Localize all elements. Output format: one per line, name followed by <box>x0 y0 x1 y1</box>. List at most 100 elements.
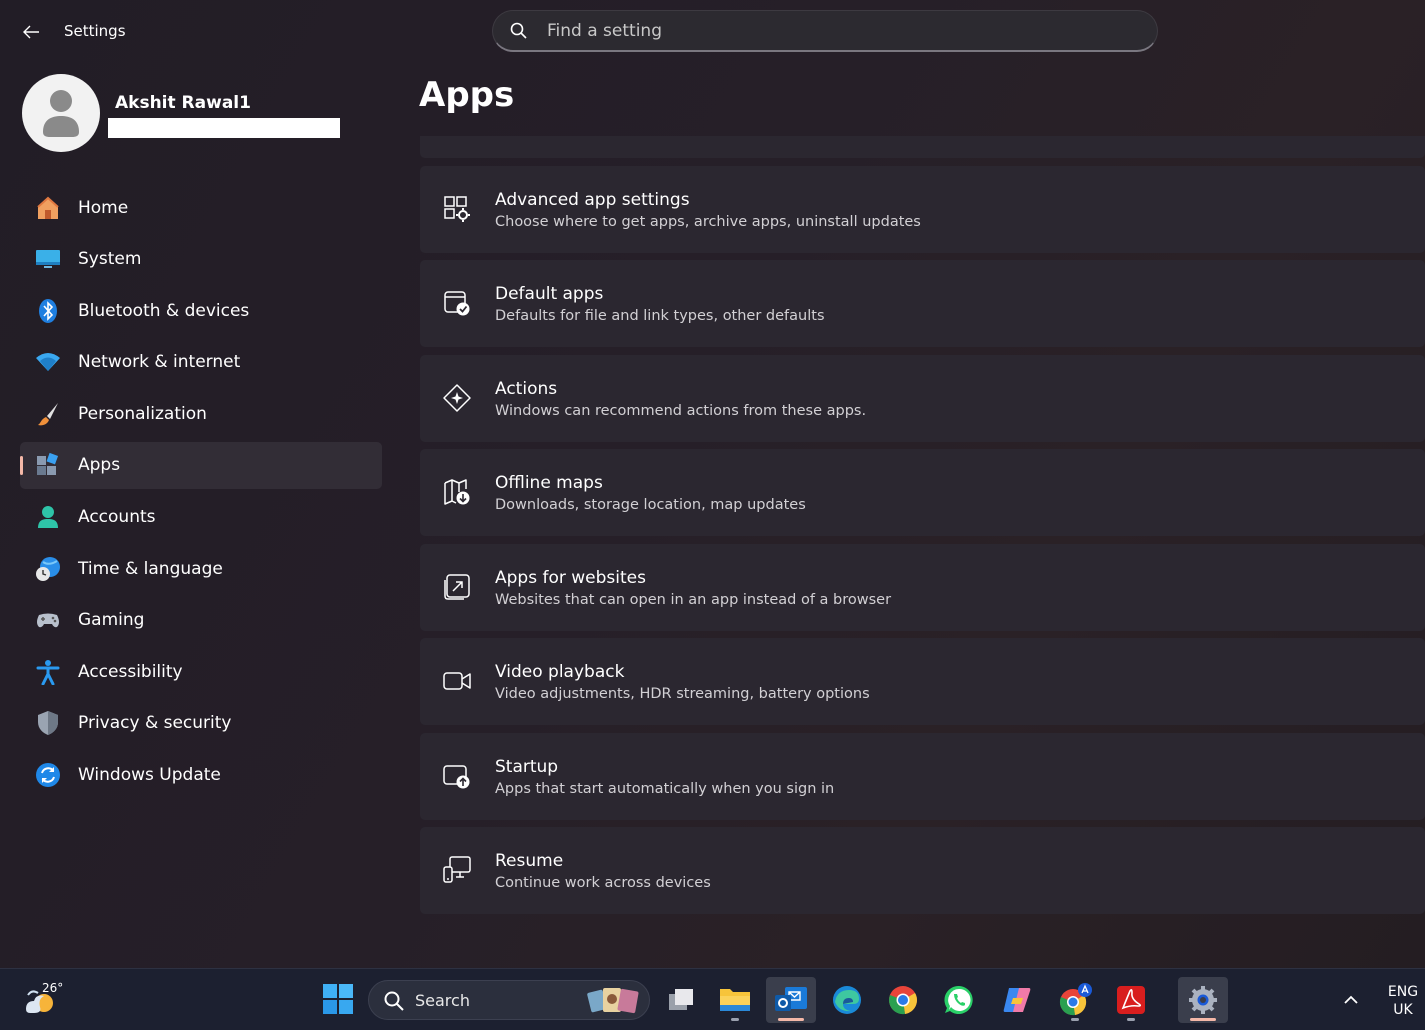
card-title: Startup <box>495 757 559 777</box>
back-arrow-icon <box>23 25 39 39</box>
sidebar-item-label: Accounts <box>78 507 156 528</box>
actions-icon <box>443 384 471 412</box>
card-resume[interactable]: Resume Continue work across devices <box>420 827 1425 914</box>
taskbar-acrobat[interactable] <box>1106 977 1156 1023</box>
find-setting-search[interactable] <box>492 10 1158 52</box>
taskbar-search[interactable]: Search <box>368 980 650 1020</box>
sidebar-item-accessibility[interactable]: Accessibility <box>20 648 382 695</box>
taskbar-chrome[interactable] <box>878 977 928 1023</box>
page-title: Apps <box>419 75 515 115</box>
input-language-indicator[interactable]: ENG UK <box>1382 983 1424 1019</box>
sidebar-item-label: System <box>78 249 142 270</box>
sidebar-item-gaming[interactable]: Gaming <box>20 597 382 644</box>
sidebar-item-label: Network & internet <box>78 352 241 373</box>
running-indicator <box>731 1018 739 1021</box>
taskbar-outlook[interactable] <box>766 977 816 1023</box>
sidebar-item-system[interactable]: System <box>20 236 382 283</box>
search-icon <box>510 22 527 39</box>
card-description: Apps that start automatically when you s… <box>495 781 835 797</box>
resume-icon <box>443 856 471 883</box>
card-description: Websites that can open in an app instead… <box>495 592 892 608</box>
taskbar-file-explorer[interactable] <box>710 977 760 1023</box>
card-description: Defaults for file and link types, other … <box>495 308 825 324</box>
outlook-icon <box>775 987 807 1011</box>
sidebar-item-home[interactable]: Home <box>20 184 382 231</box>
sidebar-item-time-language[interactable]: Time & language <box>20 545 382 592</box>
card-title: Video playback <box>495 662 625 682</box>
windows-logo-icon <box>323 984 353 1014</box>
sidebar-item-apps[interactable]: Apps <box>20 441 382 489</box>
taskbar-chrome-profile[interactable] <box>1050 977 1100 1023</box>
bluetooth-icon <box>34 297 62 325</box>
show-hidden-icons-button[interactable] <box>1340 989 1362 1011</box>
file-explorer-icon <box>720 989 750 1011</box>
chevron-up-icon <box>1344 995 1358 1004</box>
sidebar-item-label: Accessibility <box>78 661 183 682</box>
taskbar-task-view[interactable] <box>656 977 706 1023</box>
card-apps-for-websites[interactable]: Apps for websites Websites that can open… <box>420 544 1425 631</box>
sidebar-item-windows-update[interactable]: Windows Update <box>20 752 382 799</box>
app-title: Settings <box>64 22 126 40</box>
user-name: Akshit Rawal1 <box>115 93 251 113</box>
sidebar-item-privacy-security[interactable]: Privacy & security <box>20 700 382 747</box>
globe-clock-icon <box>34 555 62 583</box>
accessibility-icon <box>34 658 62 686</box>
weather-temperature: 26° <box>42 981 64 995</box>
running-indicator <box>1071 1018 1079 1021</box>
accounts-icon <box>34 503 62 531</box>
running-indicator <box>778 1018 804 1021</box>
running-indicator <box>1190 1018 1216 1021</box>
card-video-playback[interactable]: Video playback Video adjustments, HDR st… <box>420 638 1425 725</box>
card-startup[interactable]: Startup Apps that start automatically wh… <box>420 733 1425 820</box>
language-code: ENG <box>1387 984 1419 1000</box>
back-button[interactable] <box>14 18 48 46</box>
acrobat-icon <box>1117 986 1145 1014</box>
offline-maps-icon <box>444 479 470 505</box>
sidebar-item-accounts[interactable]: Accounts <box>20 494 382 541</box>
taskbar-whatsapp[interactable] <box>934 977 984 1023</box>
card-description: Choose where to get apps, archive apps, … <box>495 214 921 230</box>
taskbar-settings[interactable] <box>1178 977 1228 1023</box>
keyboard-region: UK <box>1393 1002 1413 1018</box>
card-description: Windows can recommend actions from these… <box>495 403 867 419</box>
advanced-app-settings-icon <box>444 196 470 222</box>
sidebar-item-personalization[interactable]: Personalization <box>20 390 382 437</box>
shield-icon <box>34 709 62 737</box>
sidebar-item-label: Personalization <box>78 403 207 424</box>
card-title: Default apps <box>495 284 604 304</box>
update-icon <box>34 761 62 789</box>
card-description: Video adjustments, HDR streaming, batter… <box>495 686 870 702</box>
sidebar-nav: Home System Bluetooth & devices Network … <box>20 184 382 803</box>
sidebar-item-label: Privacy & security <box>78 713 232 734</box>
taskbar-copilot[interactable] <box>992 977 1042 1023</box>
card-default-apps[interactable]: Default apps Defaults for file and link … <box>420 260 1425 347</box>
copilot-icon <box>1003 988 1031 1012</box>
chrome-profile-icon <box>1059 983 1092 1016</box>
sidebar-item-network[interactable]: Network & internet <box>20 339 382 386</box>
card-title: Advanced app settings <box>495 190 690 210</box>
default-apps-icon <box>444 291 470 316</box>
card-title: Apps for websites <box>495 568 646 588</box>
sidebar-item-bluetooth[interactable]: Bluetooth & devices <box>20 287 382 334</box>
whatsapp-icon <box>944 985 973 1014</box>
taskbar-edge[interactable] <box>822 977 872 1023</box>
sidebar-item-label: Apps <box>78 455 121 476</box>
redacted-email <box>108 118 340 138</box>
card-advanced-app-settings[interactable]: Advanced app settings Choose where to ge… <box>420 166 1425 253</box>
sidebar-item-label: Windows Update <box>78 765 221 786</box>
apps-for-websites-icon <box>444 574 470 600</box>
partial-card-scrolled[interactable] <box>420 136 1425 158</box>
taskbar: 26° Search ENG UK <box>0 968 1425 1030</box>
settings-window: Settings Akshit Rawal1 Home <box>0 0 1425 968</box>
card-actions[interactable]: Actions Windows can recommend actions fr… <box>420 355 1425 442</box>
card-offline-maps[interactable]: Offline maps Downloads, storage location… <box>420 449 1425 536</box>
running-indicator <box>1127 1018 1135 1021</box>
search-input[interactable] <box>547 20 1107 41</box>
sidebar-item-label: Bluetooth & devices <box>78 300 250 321</box>
card-description: Downloads, storage location, map updates <box>495 497 806 513</box>
search-highlight-cards-icon <box>587 988 639 1014</box>
system-icon <box>34 245 62 273</box>
chrome-icon <box>889 986 917 1015</box>
start-button[interactable] <box>322 983 354 1015</box>
avatar[interactable] <box>22 74 100 152</box>
